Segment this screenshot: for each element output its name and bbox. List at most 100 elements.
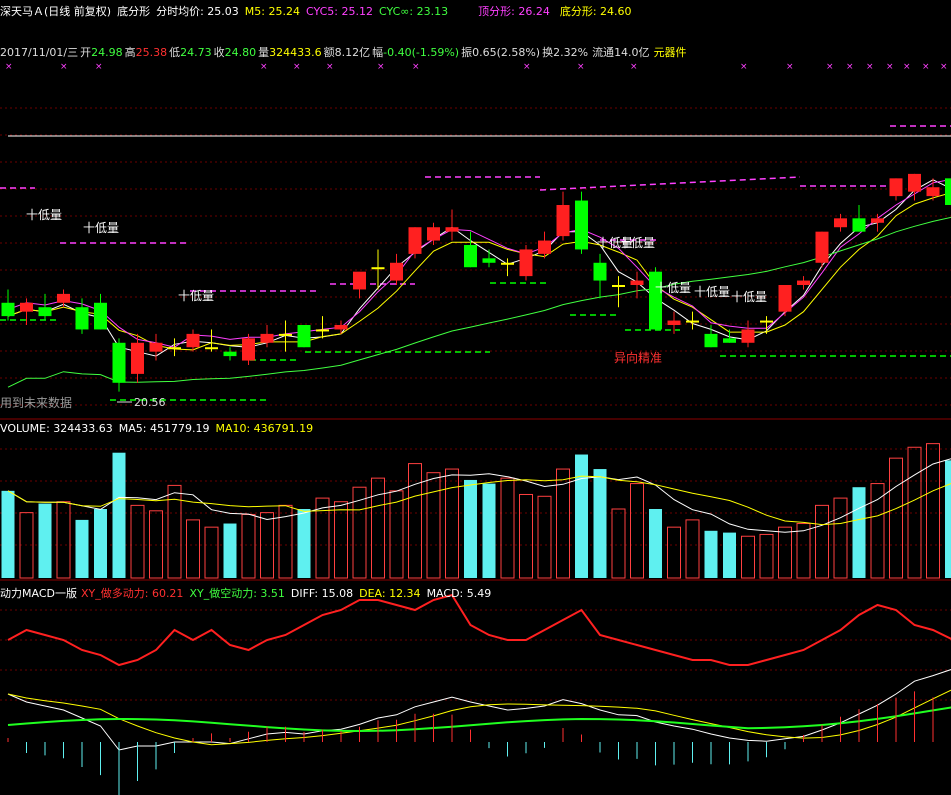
volume-bar xyxy=(833,497,848,579)
candle-body xyxy=(223,351,237,357)
volume-bar xyxy=(611,508,626,579)
volume-bar xyxy=(149,510,163,579)
amplitude-label: 振 xyxy=(461,46,473,59)
svg-text:×: × xyxy=(260,62,268,72)
volume-bar xyxy=(519,493,533,579)
volume-bar xyxy=(741,535,755,579)
candle-body xyxy=(501,262,514,265)
volume-bar xyxy=(537,495,552,579)
volume-bar xyxy=(778,526,792,579)
candle-body xyxy=(334,325,348,330)
candle-body xyxy=(353,271,366,290)
candle-body xyxy=(149,342,163,352)
dea-label: DEA: 12.34 xyxy=(359,587,421,600)
candle-body xyxy=(186,333,200,348)
volume-bar xyxy=(94,509,107,578)
low-volume-label: 十低量 xyxy=(655,281,691,295)
svg-text:×: × xyxy=(940,62,948,72)
candle-body xyxy=(57,293,70,303)
candle-body xyxy=(630,280,644,285)
low-volume-label: 十低量 xyxy=(694,285,730,299)
volume-bar xyxy=(704,530,718,578)
candle-body xyxy=(482,258,496,263)
low-value: 24.73 xyxy=(180,46,212,59)
dea-line xyxy=(7,689,951,746)
volume-bar xyxy=(223,523,237,578)
svg-text:×: × xyxy=(95,62,103,72)
indicator-name: 底分形 xyxy=(117,5,151,18)
volume-bar xyxy=(56,501,71,579)
candle-body xyxy=(297,325,311,348)
candle-body xyxy=(593,262,607,281)
candle-body xyxy=(741,329,755,343)
candle-body xyxy=(279,333,292,336)
volume-value-label: VOLUME: 324433.63 xyxy=(0,422,113,435)
candle-body xyxy=(723,338,736,343)
stock-chart[interactable]: × × × × × × × × × × × × × × × × × × × × 十低量 十低量 十低量 十… xyxy=(0,0,951,795)
candle-body xyxy=(75,307,89,330)
volume-bar xyxy=(186,519,200,579)
candle-body xyxy=(797,280,810,285)
volume-bars xyxy=(1,443,951,579)
open-value: 24.98 xyxy=(91,46,123,59)
candlesticks xyxy=(1,173,951,392)
candle-body xyxy=(427,227,440,241)
svg-text:×: × xyxy=(412,62,420,72)
candle-body xyxy=(112,342,126,383)
candle-body xyxy=(390,262,403,281)
volume-bar xyxy=(593,469,607,578)
avg-price: 分时均价: 25.03 xyxy=(156,5,239,18)
svg-text:×: × xyxy=(377,62,385,72)
xy-short-line xyxy=(7,706,951,733)
volume-bar xyxy=(371,477,385,579)
candle-body xyxy=(20,302,33,312)
candle-body xyxy=(575,200,588,250)
svg-text:×: × xyxy=(293,62,301,72)
volume-bar xyxy=(112,452,126,578)
volume-bar xyxy=(575,454,588,578)
volume-bar xyxy=(667,526,681,579)
candle-body xyxy=(834,218,847,228)
high-value: 25.38 xyxy=(135,46,168,59)
low-volume-label: 十低量 xyxy=(83,221,119,235)
svg-text:×: × xyxy=(60,62,68,72)
volume-ma5-label: MA5: 451779.19 xyxy=(118,422,210,435)
volume-bar xyxy=(482,483,496,578)
candle-body xyxy=(94,302,107,330)
candle-body xyxy=(38,307,52,317)
svg-text:×: × xyxy=(786,62,794,72)
volume-bar xyxy=(685,519,700,579)
svg-text:×: × xyxy=(903,62,911,72)
bottom-fractal-value: 底分形: 24.60 xyxy=(559,5,632,18)
macd-name[interactable]: 动力MACD一版 xyxy=(0,587,77,600)
candle-body xyxy=(778,285,792,312)
cyc5-value: CYC5: 25.12 xyxy=(305,5,373,18)
volume-ma10-label: MA10: 436791.19 xyxy=(215,422,314,435)
candle-body xyxy=(852,218,866,232)
candle-body xyxy=(945,178,951,205)
marker-row: × × × × × × × × × × × × × × × × × × × × xyxy=(5,62,948,72)
quote-bar: 2017/11/01/三 开24.98 高25.38 低24.73 收24.80 量324… xyxy=(0,44,693,60)
candle-body xyxy=(371,267,385,270)
candle-body xyxy=(408,227,422,254)
candle-body xyxy=(889,178,903,197)
xy-long-label: XY_做多动力: 60.21 xyxy=(80,587,184,600)
candle-body xyxy=(445,227,459,232)
low-label: 低 xyxy=(169,46,181,59)
turnover-label: 换 xyxy=(542,46,554,59)
svg-text:×: × xyxy=(5,62,13,72)
volume-bar xyxy=(241,513,256,579)
volume-bar xyxy=(649,509,662,578)
stock-title[interactable]: 深天马Ａ(日线 前复权) xyxy=(0,5,111,18)
sector-label: 元器件 xyxy=(653,46,687,59)
change-label: 幅 xyxy=(372,46,384,59)
top-fractal-value: 顶分形: 26.24 xyxy=(478,5,550,18)
amount-value: 8.12亿 xyxy=(334,46,371,59)
diff-label: DIFF: 15.08 xyxy=(290,587,354,600)
candle-body xyxy=(131,342,144,374)
volume-bar xyxy=(500,477,515,579)
volume-bar xyxy=(75,519,89,578)
volume-bar xyxy=(796,523,811,579)
amplitude-value: 0.65(2.58%) xyxy=(472,46,541,59)
svg-text:×: × xyxy=(740,62,748,72)
